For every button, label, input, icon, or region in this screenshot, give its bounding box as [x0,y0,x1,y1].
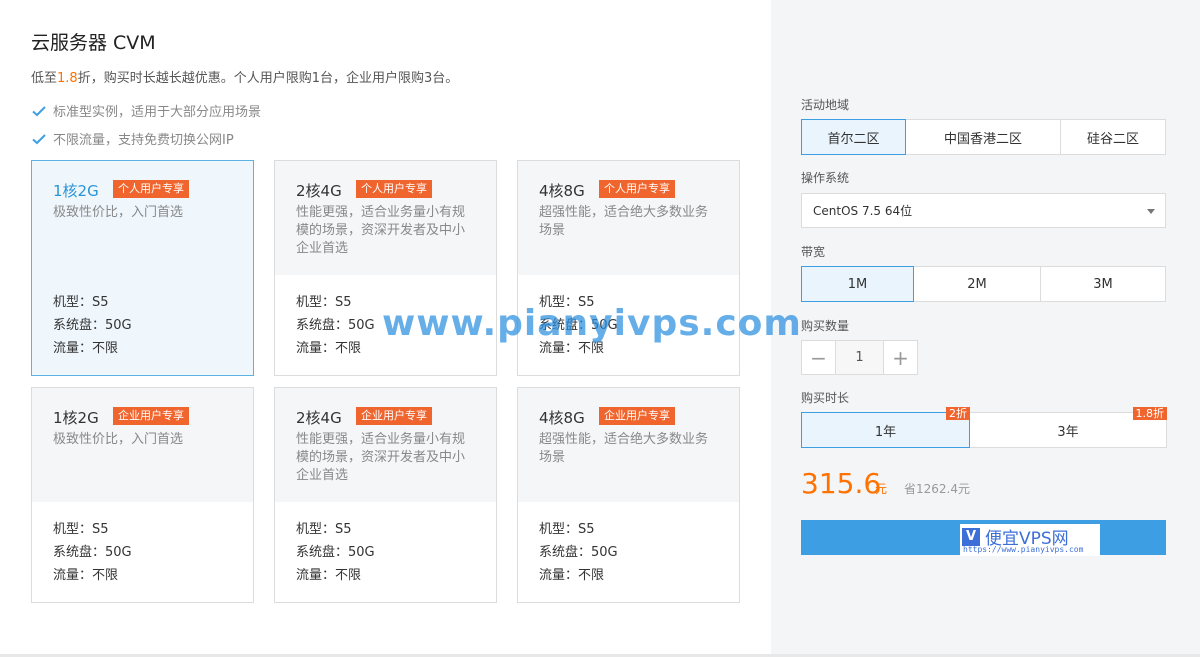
plan-disk: 系统盘：50G [53,545,132,560]
logo-mark: V [962,527,980,546]
region-label: 活动地域 [801,98,850,112]
plan-tag: 个人用户专享 [113,180,189,198]
bandwidth-option-3m[interactable]: 3M [1040,266,1166,302]
watermark: www.pianyivps.com [382,303,802,344]
save-amount: 省1262.4元 [904,482,970,496]
plan-spec: 4核8G [539,409,585,427]
plan-model: 机型：S5 [296,522,352,537]
bandwidth-label: 带宽 [801,245,826,259]
plan-desc: 超强性能，适合绝大多数业务场景 [539,205,709,238]
check-icon [32,133,46,144]
os-label: 操作系统 [801,171,850,185]
caret-down-icon [1147,209,1155,214]
plan-card[interactable]: 2核4G 企业用户专享 性能更强，适合业务量小有规模的场景，资深开发者及中小企业… [274,387,497,603]
logo-url: https://www.pianyivps.com [963,545,1084,554]
region-option-siliconvalley[interactable]: 硅谷二区 [1060,119,1166,155]
region-selector: 首尔二区 中国香港二区 硅谷二区 [801,119,1166,155]
plan-model: 机型：S5 [539,522,595,537]
plan-tag: 企业用户专享 [356,407,432,425]
plan-card[interactable]: 1核2G 个人用户专享 极致性价比，入门首选 机型：S5 系统盘：50G 流量：… [31,160,254,376]
plan-traffic: 流量：不限 [296,568,362,583]
discount-badge: 1.8折 [1132,407,1167,420]
plan-model: 机型：S5 [53,522,109,537]
promo-suffix: 折，购买时长越长越优惠。个人用户限购1台，企业用户限购3台。 [77,71,459,86]
plan-card[interactable]: 4核8G 企业用户专享 超强性能，适合绝大多数业务场景 机型：S5 系统盘：50… [517,387,740,603]
quantity-stepper: − 1 + [801,340,918,375]
plan-desc: 性能更强，适合业务量小有规模的场景，资深开发者及中小企业首选 [296,432,466,483]
bandwidth-option-1m[interactable]: 1M [801,266,914,302]
plan-traffic: 流量：不限 [53,341,119,356]
feature-item: 标准型实例，适用于大部分应用场景 [31,101,261,120]
os-select-value: CentOS 7.5 64位 [813,204,913,218]
plan-card[interactable]: 1核2G 企业用户专享 极致性价比，入门首选 机型：S5 系统盘：50G 流量：… [31,387,254,603]
plan-spec: 1核2G [53,409,99,427]
promo-prefix: 低至 [31,71,58,86]
plan-disk: 系统盘：50G [296,318,375,333]
plan-spec: 2核4G [296,182,342,200]
plan-desc: 极致性价比，入门首选 [53,205,184,220]
feature-text: 标准型实例，适用于大部分应用场景 [53,105,262,120]
plan-tag: 企业用户专享 [599,407,675,425]
price-value: 315.6 [801,467,882,500]
feature-item: 不限流量，支持免费切换公网IP [31,129,234,148]
bandwidth-selector: 1M 2M 3M [801,266,1166,302]
plan-disk: 系统盘：50G [53,318,132,333]
quantity-label: 购买数量 [801,319,850,333]
os-select[interactable]: CentOS 7.5 64位 [801,193,1166,228]
promo-discount: 1.8 [57,71,78,86]
check-icon [32,105,46,116]
promo-text: 低至1.8折，购买时长越长越优惠。个人用户限购1台，企业用户限购3台。 [31,67,458,86]
plan-model: 机型：S5 [53,295,109,310]
page-title: 云服务器 CVM [31,32,156,54]
discount-badge: 2折 [946,407,970,420]
duration-text: 1年 [874,424,897,440]
plan-spec: 2核4G [296,409,342,427]
site-logo: V 便宜VPS网 https://www.pianyivps.com [960,524,1100,556]
feature-text: 不限流量，支持免费切换公网IP [53,133,234,148]
plan-disk: 系统盘：50G [296,545,375,560]
plan-model: 机型：S5 [296,295,352,310]
plan-desc: 性能更强，适合业务量小有规模的场景，资深开发者及中小企业首选 [296,205,466,256]
plan-tag: 个人用户专享 [599,180,675,198]
duration-selector: 1年 2折 3年 1.8折 [801,407,1167,448]
bandwidth-option-2m[interactable]: 2M [913,266,1041,302]
plan-spec: 1核2G [53,182,99,200]
plan-spec: 4核8G [539,182,585,200]
plan-disk: 系统盘：50G [539,545,618,560]
plan-desc: 极致性价比，入门首选 [53,432,184,447]
quantity-input[interactable]: 1 [835,340,884,375]
plan-traffic: 流量：不限 [539,568,605,583]
price-unit: 元 [875,482,888,496]
plan-tag: 企业用户专享 [113,407,189,425]
duration-label: 购买时长 [801,391,850,405]
duration-option-1y[interactable]: 1年 2折 [801,407,970,448]
plan-desc: 超强性能，适合绝大多数业务场景 [539,432,709,465]
minus-button[interactable]: − [801,340,836,375]
duration-text: 3年 [1057,424,1079,440]
plan-traffic: 流量：不限 [53,568,119,583]
region-option-seoul[interactable]: 首尔二区 [801,119,906,155]
plan-traffic: 流量：不限 [296,341,362,356]
plan-tag: 个人用户专享 [356,180,432,198]
duration-option-3y[interactable]: 3年 1.8折 [969,407,1167,448]
region-option-hongkong[interactable]: 中国香港二区 [905,119,1061,155]
plus-button[interactable]: + [883,340,918,375]
